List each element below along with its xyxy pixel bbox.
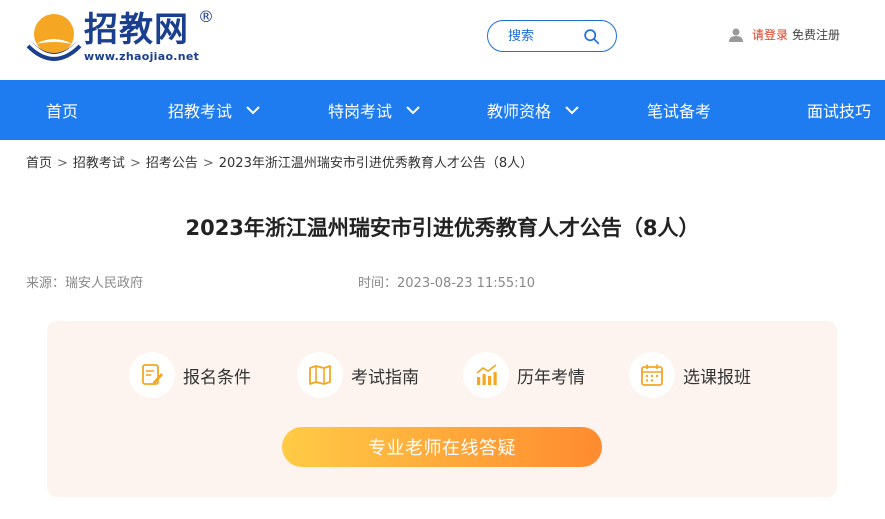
feature-label: 历年考情 — [517, 367, 585, 388]
breadcrumb-separator: > — [202, 156, 214, 171]
search-label: 搜索 — [508, 29, 535, 44]
breadcrumb-separator: > — [57, 156, 68, 171]
search-icon[interactable] — [583, 28, 600, 45]
feature-exam-guide[interactable]: 考试指南 — [297, 351, 419, 399]
feature-past-exams[interactable]: 历年考情 — [463, 351, 585, 399]
feature-label: 考试指南 — [351, 367, 419, 388]
edit-form-icon — [142, 364, 163, 385]
article-source: 来源：瑞安人民政府 — [26, 276, 144, 291]
feature-course-selection[interactable]: 选课报班 — [629, 351, 751, 399]
nav-item-written-exam[interactable]: 笔试备考 — [647, 80, 711, 140]
map-guide-icon — [309, 365, 331, 385]
nav-item-recruit-exam[interactable]: 招教考试 — [168, 80, 260, 140]
nav-item-label: 笔试备考 — [647, 102, 712, 121]
online-qa-button[interactable]: 专业老师在线答疑 — [282, 427, 602, 467]
article-time: 时间：2023-08-23 11:55:10 — [358, 276, 536, 291]
breadcrumb-item-home[interactable]: 首页 — [26, 156, 52, 171]
user-icon — [729, 28, 743, 42]
nav-item-interview-tips[interactable]: 面试技巧 — [807, 80, 871, 140]
logo-url: www.zhaojiao.net — [84, 50, 200, 63]
nav-item-label: 面试技巧 — [807, 102, 872, 121]
nav-item-label: 首页 — [46, 102, 79, 121]
feature-icon-wrap — [129, 352, 175, 398]
breadcrumb-separator: > — [129, 156, 141, 171]
page-title: 2023年浙江温州瑞安市引进优秀教育人才公告（8人） — [185, 216, 700, 240]
main-nav: 首页 招教考试 特岗考试 教师资格 笔试备考 面试技巧 — [0, 80, 885, 140]
login-link[interactable]: 请登录 — [752, 27, 788, 43]
nav-item-special-post-exam[interactable]: 特岗考试 — [328, 80, 420, 140]
site-logo[interactable]: 招教网 ® www.zhaojiao.net — [26, 8, 226, 68]
feature-label: 选课报班 — [683, 367, 751, 388]
feature-label: 报名条件 — [183, 367, 251, 388]
nav-item-label: 特岗考试 — [328, 102, 393, 121]
register-link[interactable]: 免费注册 — [792, 27, 840, 43]
chevron-down-icon — [406, 106, 420, 115]
registered-mark: ® — [198, 7, 214, 26]
feature-icon-wrap — [463, 352, 509, 398]
service-panel: 报名条件 考试指南 历年考情 选课报班 专业老师在线答疑 — [47, 321, 837, 497]
logo-mark-icon — [26, 14, 82, 61]
nav-item-label: 教师资格 — [487, 102, 552, 121]
site-header: 招教网 ® www.zhaojiao.net 搜索 请登录 免费注册 — [0, 0, 885, 80]
chevron-down-icon — [246, 106, 260, 115]
feature-registration-conditions[interactable]: 报名条件 — [129, 351, 251, 399]
chevron-down-icon — [565, 106, 579, 115]
nav-item-teacher-qualification[interactable]: 教师资格 — [487, 80, 579, 140]
feature-icon-wrap — [629, 352, 675, 398]
nav-item-home[interactable]: 首页 — [46, 80, 78, 140]
feature-icon-wrap — [297, 352, 343, 398]
logo-text: 招教网 — [84, 10, 189, 50]
bar-chart-icon — [476, 364, 497, 385]
breadcrumb-item-current: 2023年浙江温州瑞安市引进优秀教育人才公告（8人） — [218, 156, 534, 171]
breadcrumb-item-recruit-exam[interactable]: 招教考试 — [73, 156, 125, 171]
search-box[interactable]: 搜索 — [487, 20, 617, 52]
breadcrumb: 首页 > 招教考试 > 招考公告 >2023年浙江温州瑞安市引进优秀教育人才公告（8人） — [26, 155, 533, 173]
breadcrumb-item-announcements[interactable]: 招考公告 — [146, 156, 198, 171]
nav-item-label: 招教考试 — [168, 102, 233, 121]
calendar-icon — [641, 364, 663, 386]
